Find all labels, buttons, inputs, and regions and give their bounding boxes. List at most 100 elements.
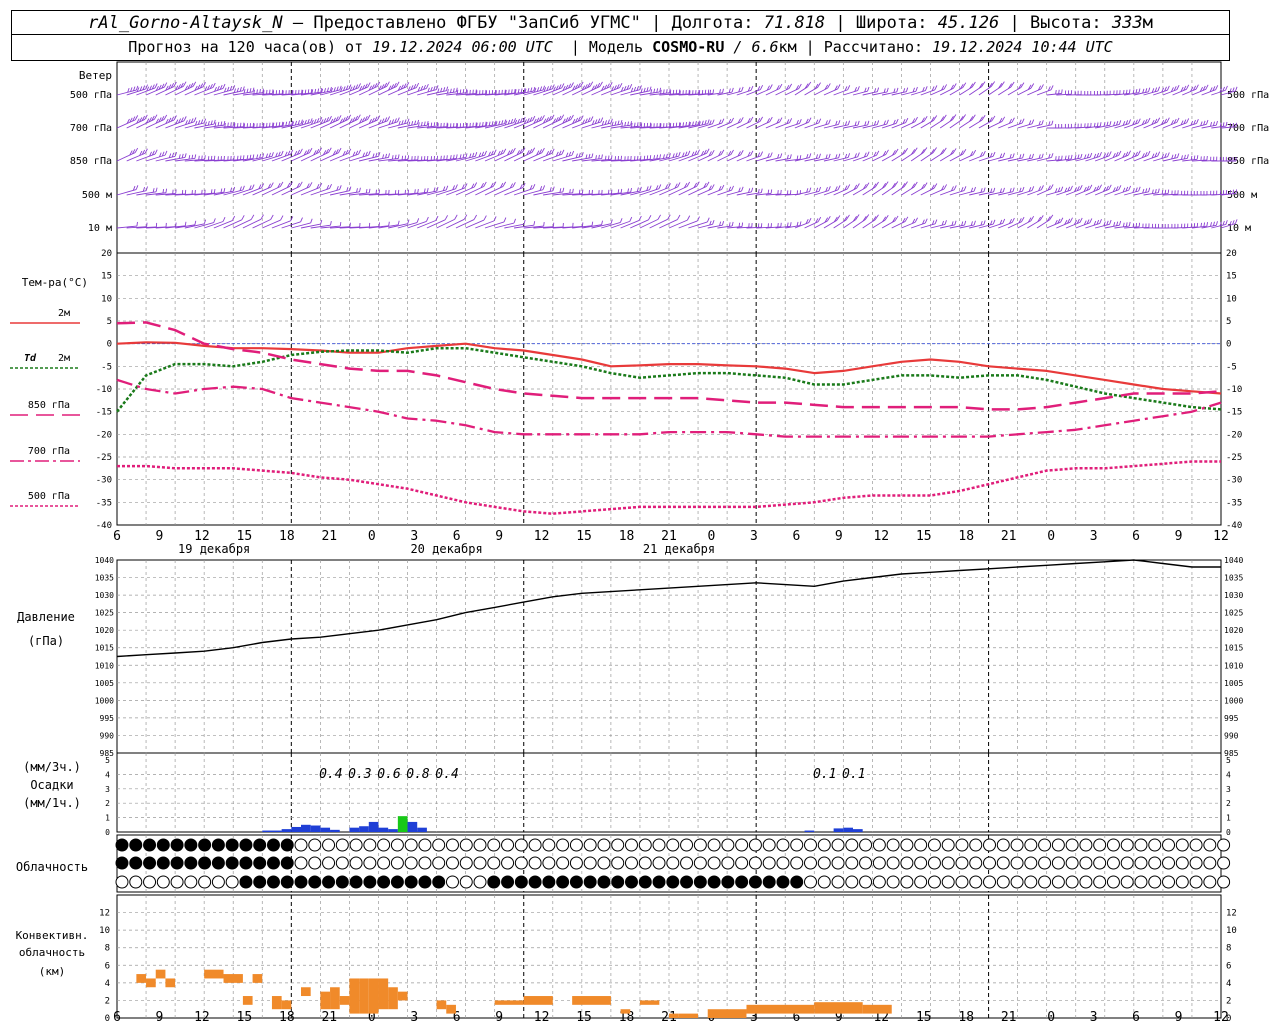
wind-barb-flag — [154, 149, 158, 155]
wind-barb-flag — [162, 188, 165, 194]
cloud-cover-circle — [1162, 875, 1176, 889]
wind-barb-flag — [610, 118, 613, 124]
cloud-cover-circle — [404, 875, 418, 889]
wind-barb — [126, 84, 148, 96]
cloud-cover-circle — [872, 838, 886, 852]
wind-barb-flag — [653, 155, 656, 160]
cloud-cover-circle — [859, 875, 873, 889]
cloud-cover-circle — [1134, 856, 1148, 870]
cloud-cover-circle — [459, 875, 473, 889]
wind-barb-flag — [1128, 185, 1132, 191]
cloud-cover-circle — [762, 875, 776, 889]
wind-barb-flag — [198, 155, 200, 160]
cloud-cover-circle — [1051, 875, 1065, 889]
wind-barb-flag — [619, 82, 623, 88]
wind-barb-staff — [397, 87, 417, 96]
wind-barb-flag — [740, 150, 744, 155]
wind-barb-flag — [692, 121, 694, 126]
wind-barb-flag — [1148, 187, 1151, 192]
wind-barb — [407, 216, 429, 229]
wind-barb-flag — [1195, 84, 1199, 90]
cloud-cover-circle — [1079, 875, 1093, 889]
wind-barb-flag — [251, 184, 255, 190]
wind-barb-flag — [620, 188, 623, 194]
wind-barb-flag — [894, 215, 899, 221]
cloud-cover-circle — [611, 838, 625, 852]
cloud-cover-circle — [115, 856, 129, 870]
wind-barb-flag — [241, 215, 245, 221]
wind-barb-flag — [709, 89, 712, 94]
conv-y-tick-right: 2 — [1226, 996, 1231, 1006]
conv-y-tick-right: 8 — [1226, 944, 1231, 954]
wind-barb-flag — [271, 152, 274, 157]
wind-barb-flag — [827, 83, 831, 89]
wind-barb-flag — [759, 116, 763, 122]
wind-barb-flag — [867, 86, 870, 92]
wind-barb-flag — [865, 182, 870, 188]
cloud-cover-circle — [129, 838, 143, 852]
precip-y-tick: 4 — [105, 770, 110, 779]
wind-barb-flag — [213, 189, 216, 194]
wind-barb-staff — [639, 218, 659, 229]
wind-barb-flag — [1108, 184, 1112, 190]
wind-barb-flag — [1167, 189, 1170, 194]
cloud-cover-circle — [115, 838, 129, 852]
press-y-tick: 1000 — [95, 696, 114, 705]
wind-barb-flag — [339, 185, 342, 190]
cloud-cover-circle — [900, 875, 914, 889]
wind-barb-flag — [309, 147, 313, 153]
wind-barb-flag — [531, 147, 536, 153]
wind-barb-staff — [630, 219, 649, 229]
precip-bar — [804, 830, 815, 832]
wind-barb-flag — [668, 153, 671, 158]
conv-y-tick: 8 — [105, 944, 110, 954]
temp-y-tick: 15 — [101, 272, 112, 282]
time-tick-label-bottom: 9 — [156, 1010, 164, 1024]
wind-barb-flag — [943, 184, 948, 190]
wind-barb-flag — [1125, 222, 1128, 227]
cloud-cover-circle — [707, 856, 721, 870]
wind-barb-flag — [649, 86, 652, 91]
wind-barb-flag — [154, 83, 158, 89]
wind-barb-flag — [1012, 187, 1015, 192]
precip-bar — [368, 821, 379, 832]
cloud-cover-circle — [556, 856, 570, 870]
conv-cloud-bar — [620, 1009, 631, 1014]
cloud-cover-circle — [487, 856, 501, 870]
cloud-cover-circle — [211, 875, 225, 889]
precip-bar — [359, 826, 369, 832]
cloud-cover-circle — [1162, 856, 1176, 870]
cloud-cover-circle — [487, 838, 501, 852]
cloud-cover-circle — [1189, 875, 1203, 889]
wind-barb-flag — [658, 184, 662, 189]
wind-barb-flag — [1069, 217, 1073, 223]
wind-barb-flag — [711, 184, 715, 190]
cloud-cover-circle — [776, 875, 790, 889]
cloud-cover-circle — [914, 875, 928, 889]
press-y-tick: 990 — [100, 731, 115, 740]
conv-cloud-bar — [349, 978, 360, 1014]
cloud-cover-circle — [335, 875, 349, 889]
wind-barb-flag — [847, 85, 851, 90]
time-tick-label-bottom: 15 — [237, 1010, 253, 1024]
cloud-cover-circle — [776, 838, 790, 852]
wind-barb-flag — [591, 221, 594, 226]
cloud-cover-circle — [404, 856, 418, 870]
wind-barb-flag — [365, 189, 368, 194]
wind-barb-flag — [1089, 184, 1093, 190]
wind-barb-flag — [307, 89, 310, 94]
wind-barb-flag — [828, 119, 831, 124]
cloud-cover-circle — [514, 875, 528, 889]
wind-barb-staff — [271, 220, 291, 229]
wind-barb-staff — [688, 152, 707, 162]
wind-barb-flag — [934, 219, 938, 224]
wind-barb-flag — [663, 89, 665, 94]
time-tick-label-bottom: 6 — [113, 1010, 121, 1024]
cloud-cover-circle — [1051, 838, 1065, 852]
cloud-cover-circle — [845, 875, 859, 889]
precip-bar — [397, 816, 408, 832]
cloud-cover-circle — [1189, 838, 1203, 852]
wind-barb-staff — [184, 86, 204, 96]
wind-barb-staff — [542, 118, 562, 129]
wind-barb-flag — [962, 148, 967, 155]
